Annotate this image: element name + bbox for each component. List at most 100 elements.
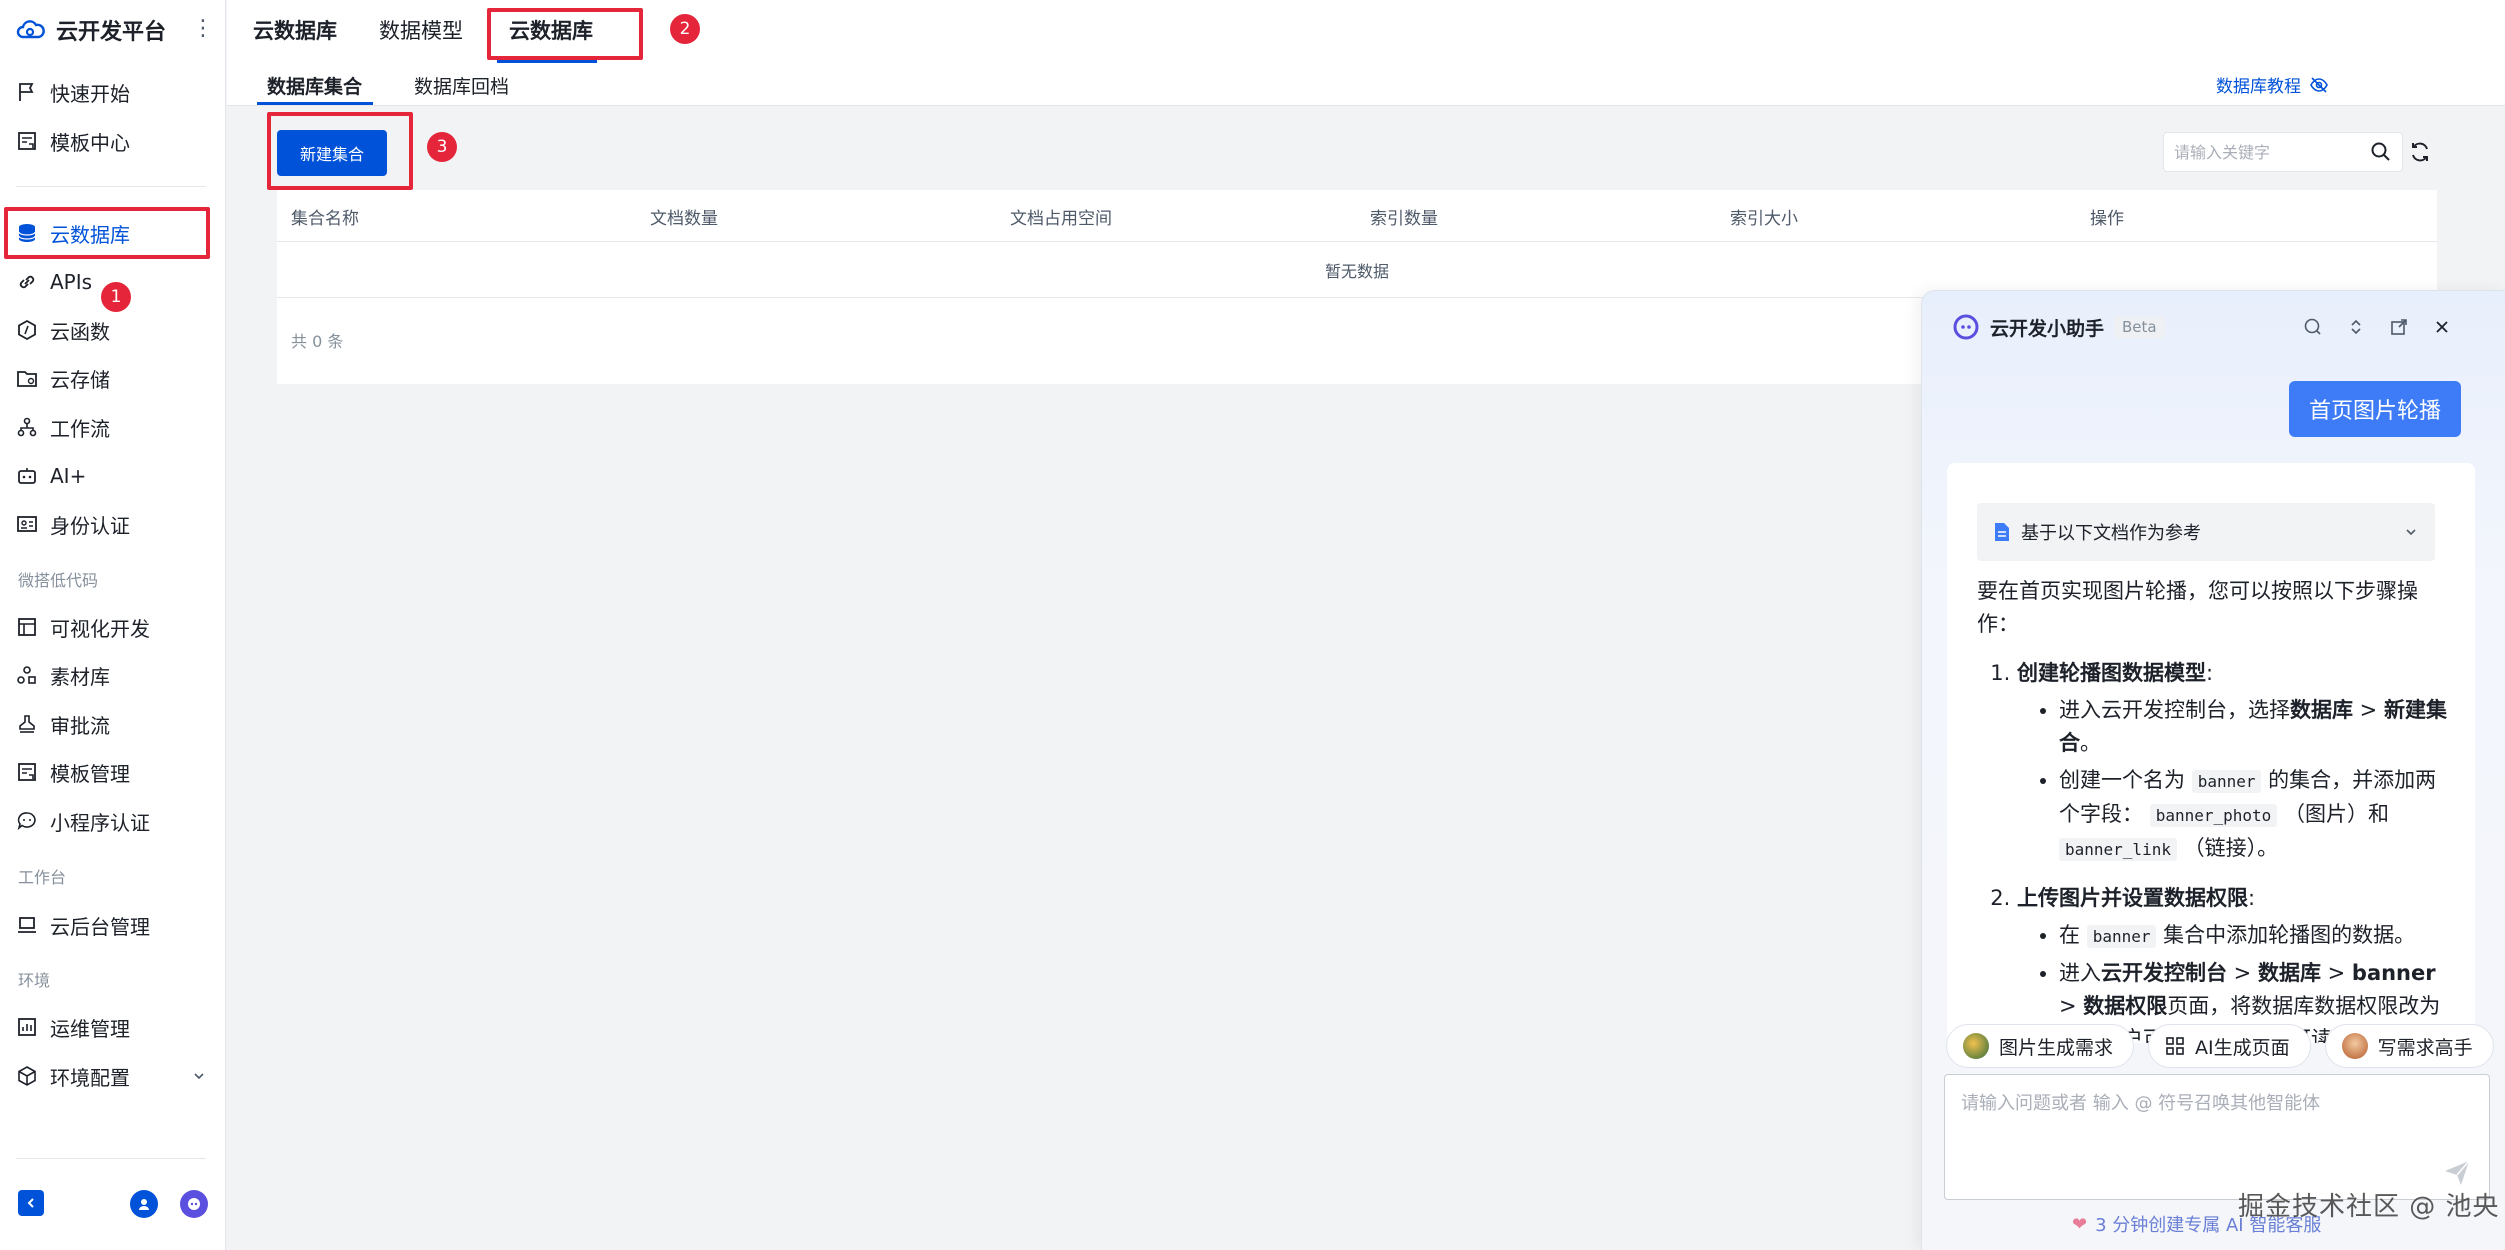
chip-image-gen[interactable]: 图片生成需求 (1946, 1024, 2135, 1068)
chip-label: 写需求高手 (2377, 1036, 2473, 1059)
sidebar-section-lowcode: 微搭低代码 (18, 571, 99, 590)
suggestion-chips: 图片生成需求 AI生成页面 写需求高手 (1946, 1024, 2494, 1068)
cloud-logo-icon (16, 20, 45, 39)
assistant-logo-icon (1953, 314, 1979, 340)
search-box (2163, 132, 2403, 172)
reference-label: 基于以下文档作为参考 (2021, 523, 2201, 544)
open-external-icon[interactable] (2387, 315, 2411, 339)
reference-docs-toggle[interactable]: 基于以下文档作为参考 (1977, 503, 2435, 561)
sidebar-item-functions[interactable]: 云函数 (16, 310, 206, 350)
sidebar-item-label: 模板管理 (50, 761, 130, 786)
chip-avatar-icon (2341, 1033, 2368, 1059)
sidebar-item-label: AI+ (50, 464, 87, 488)
chip-requirements[interactable]: 写需求高手 (2324, 1024, 2494, 1068)
step-bullet: 创建一个名为 banner 的集合，并添加两个字段： banner_photo … (2059, 764, 2447, 866)
database-icon (18, 224, 36, 242)
inline-code: banner_link (2059, 838, 2177, 861)
sidebar-item-label: APIs (50, 270, 93, 294)
sidebar-item-template-center[interactable]: 模板中心 (16, 121, 206, 161)
assistant-bot-icon[interactable] (180, 1190, 208, 1218)
annotation-box-tab (487, 8, 643, 60)
id-card-icon (17, 516, 37, 532)
text: 创建一个名为 (2059, 768, 2185, 792)
document-icon (1995, 523, 2009, 541)
tutorial-label: 数据库教程 (2216, 77, 2301, 97)
chevron-down-icon (2406, 529, 2416, 536)
text-bold: banner (2351, 961, 2436, 985)
sidebar-item-label: 小程序认证 (50, 810, 150, 835)
sidebar-item-auth[interactable]: 身份认证 (16, 504, 206, 544)
text-bold: 云开发控制台 (2101, 961, 2227, 985)
step-item: 上传图片并设置数据权限: 在 banner 集合中添加轮播图的数据。 进入云开发… (2017, 882, 2447, 1043)
sidebar-item-quickstart[interactable]: 快速开始 (16, 72, 206, 112)
sidebar-item-label: 工作流 (50, 416, 110, 441)
answer-text: 要在首页实现图片轮播，您可以按照以下步骤操作： 创建轮播图数据模型: 进入云开发… (1977, 575, 2447, 1043)
chevron-down-icon (194, 1073, 204, 1080)
stamp-icon (19, 715, 35, 733)
text: 进入云开发控制台，选择 (2059, 698, 2290, 722)
table-header: 集合名称 文档数量 文档占用空间 索引数量 索引大小 操作 (277, 190, 2437, 242)
subtab-rollback[interactable]: 数据库回档 (414, 68, 509, 102)
text-bold: 数据权限 (2083, 994, 2168, 1018)
topbar: 云数据库 数据模型 云数据库 2 数据库集合 数据库回档 数据库教程 (227, 0, 2505, 106)
workflow-icon (17, 417, 37, 437)
search-icon[interactable] (2370, 141, 2392, 163)
sidebar-item-label: 快速开始 (50, 81, 130, 106)
sidebar-item-ai[interactable]: AI+ (16, 456, 206, 496)
cube-icon (18, 1066, 36, 1086)
more-icon[interactable]: ⋮ (192, 16, 214, 41)
assistant-input[interactable]: 请输入问题或者 输入 @ 符号召唤其他智能体 (1944, 1074, 2490, 1200)
brand[interactable]: 云开发平台 (16, 14, 166, 46)
sidebar-item-workflow[interactable]: 工作流 (16, 407, 206, 447)
text: 在 (2059, 923, 2080, 947)
sidebar-item-label: 云数据库 (50, 222, 130, 247)
active-subtab-indicator (257, 102, 373, 105)
column-header: 索引数量 (1370, 208, 1438, 229)
sidebar-item-admin[interactable]: 云后台管理 (16, 905, 206, 945)
close-icon[interactable] (2430, 315, 2454, 339)
inline-code: banner (2191, 770, 2262, 793)
sidebar-item-label: 身份认证 (50, 513, 130, 538)
assistant-panel: 云开发小助手 Beta 首页图片轮播 基于以下文档作为参考 要在首页实现图片轮播… (1921, 290, 2505, 1250)
user-avatar-icon[interactable] (130, 1190, 158, 1218)
sidebar-item-ops[interactable]: 运维管理 (16, 1007, 206, 1047)
sidebar-item-assets[interactable]: 素材库 (16, 655, 206, 695)
assistant-title: 云开发小助手 (1990, 317, 2105, 340)
sidebar-item-miniprogram-auth[interactable]: 小程序认证 (16, 801, 206, 841)
column-header: 文档数量 (650, 208, 718, 229)
search-input[interactable] (2174, 142, 2354, 162)
sidebar-item-database[interactable]: 云数据库 (16, 213, 206, 253)
subtab-collections[interactable]: 数据库集合 (267, 68, 362, 102)
sidebar-divider (16, 186, 206, 187)
step-bullet: 进入云开发控制台，选择数据库 > 新建集合。 (2059, 694, 2447, 760)
sidebar-item-template-manage[interactable]: 模板管理 (16, 752, 206, 792)
new-collection-button[interactable]: 新建集合 (277, 130, 387, 176)
sidebar-item-label: 运维管理 (50, 1016, 130, 1041)
sidebar: 云开发平台 ⋮ 快速开始 模板中心 云数据库 APIs 1 云函数 云存储 工作… (0, 0, 226, 1250)
annotation-badge-2: 2 (670, 14, 700, 44)
collapse-sidebar-icon[interactable] (18, 1190, 44, 1216)
refresh-icon[interactable] (2408, 140, 2432, 168)
sidebar-item-label: 审批流 (50, 713, 110, 738)
text-bold: 数据库 (2257, 961, 2321, 985)
chip-label: AI生成页面 (2195, 1036, 2290, 1059)
expand-icon[interactable] (2344, 315, 2368, 339)
template-manage-icon (18, 763, 36, 781)
history-icon[interactable] (2301, 315, 2325, 339)
sidebar-item-storage[interactable]: 云存储 (16, 358, 206, 398)
sidebar-item-env-config[interactable]: 环境配置 (16, 1056, 206, 1096)
link-icon (19, 275, 35, 289)
tutorial-link[interactable]: 数据库教程 (2216, 72, 2329, 97)
chip-ai-page[interactable]: AI生成页面 (2148, 1024, 2311, 1068)
text: > (2320, 961, 2352, 985)
sidebar-item-label: 云存储 (50, 367, 110, 392)
sidebar-item-visual-dev[interactable]: 可视化开发 (16, 607, 206, 647)
step-item: 创建轮播图数据模型: 进入云开发控制台，选择数据库 > 新建集合。 创建一个名为… (2017, 657, 2447, 866)
tab-data-model[interactable]: 数据模型 (379, 14, 463, 46)
column-header: 集合名称 (291, 208, 359, 229)
sidebar-item-label: 模板中心 (50, 130, 130, 155)
text-bold: 数据库 (2290, 698, 2353, 722)
eye-off-icon[interactable] (2309, 76, 2329, 94)
flag-icon (19, 83, 34, 101)
sidebar-item-approval[interactable]: 审批流 (16, 704, 206, 744)
